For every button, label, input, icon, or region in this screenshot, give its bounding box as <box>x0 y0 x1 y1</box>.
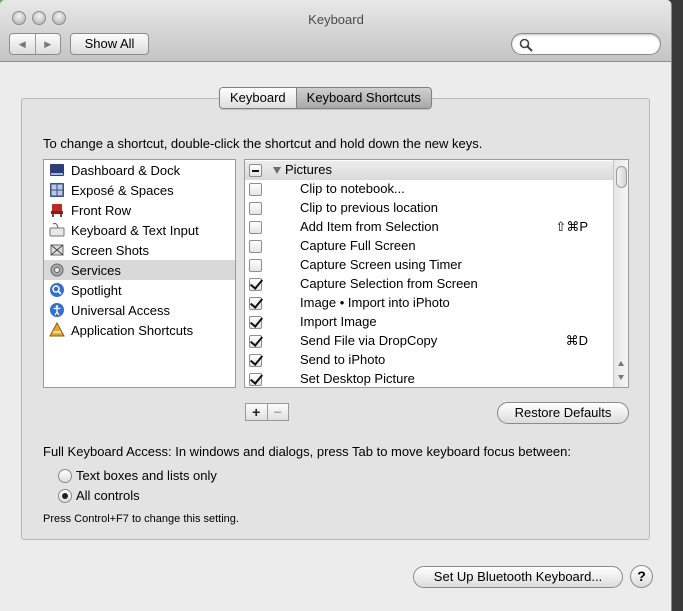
shortcut-row[interactable]: Clip to notebook... <box>245 180 614 199</box>
category-dashboard-dock[interactable]: Dashboard & Dock <box>44 160 235 180</box>
radio-all-controls[interactable] <box>58 489 72 503</box>
search-field[interactable] <box>511 33 661 55</box>
shortcut-checkbox[interactable] <box>249 335 262 348</box>
shortcut-row[interactable]: Capture Selection from Screen <box>245 275 614 294</box>
add-shortcut-button[interactable]: + <box>246 404 268 420</box>
keyboard-text-icon <box>49 223 65 237</box>
shortcut-row[interactable]: Import Image <box>245 313 614 332</box>
screen-shots-icon <box>50 244 64 256</box>
shortcut-checkbox[interactable] <box>249 354 262 367</box>
shortcut-checkbox[interactable] <box>249 297 262 310</box>
scroll-down-arrow-icon[interactable] <box>618 375 624 380</box>
shortcut-key[interactable]: ⌘D <box>566 333 588 349</box>
shortcut-category-list[interactable]: Dashboard & Dock Exposé & Spaces Front R… <box>43 159 236 388</box>
remove-shortcut-button[interactable]: − <box>268 404 289 420</box>
show-all-button[interactable]: Show All <box>70 33 149 55</box>
shortcut-checkbox[interactable] <box>249 373 262 386</box>
shortcut-row[interactable]: Add Item from Selection ⇧⌘P <box>245 218 614 237</box>
category-spotlight[interactable]: Spotlight <box>44 280 235 300</box>
spotlight-icon <box>50 283 64 297</box>
category-front-row[interactable]: Front Row <box>44 200 235 220</box>
category-expose-spaces[interactable]: Exposé & Spaces <box>44 180 235 200</box>
scroll-up-arrow-icon[interactable] <box>618 361 624 366</box>
shortcut-checkbox[interactable] <box>249 183 262 196</box>
add-remove-control: + − <box>245 403 289 421</box>
set-up-bluetooth-keyboard-button[interactable]: Set Up Bluetooth Keyboard... <box>413 566 623 588</box>
shortcut-row[interactable]: Send File via DropCopy ⌘D <box>245 332 614 351</box>
back-forward-control: ◀ ▶ <box>9 33 61 55</box>
category-application-shortcuts[interactable]: Application Shortcuts <box>44 320 235 340</box>
full-keyboard-access-label: Full Keyboard Access: In windows and dia… <box>43 444 571 459</box>
shortcut-checkbox[interactable] <box>249 316 262 329</box>
universal-access-icon <box>50 303 64 317</box>
tab-bar: Keyboard Keyboard Shortcuts <box>219 87 432 109</box>
shortcut-checkbox[interactable] <box>249 202 262 215</box>
forward-button[interactable]: ▶ <box>36 34 61 54</box>
shortcut-checkbox[interactable] <box>249 240 262 253</box>
group-checkbox[interactable] <box>249 164 262 177</box>
search-icon <box>519 38 533 52</box>
tab-keyboard[interactable]: Keyboard <box>220 88 296 108</box>
title-bar: Keyboard ◀ ▶ Show All <box>0 0 671 62</box>
shortcut-row[interactable]: Capture Full Screen <box>245 237 614 256</box>
expose-spaces-icon <box>50 183 64 197</box>
window-title: Keyboard <box>308 12 364 27</box>
shortcut-row[interactable]: Send to iPhoto <box>245 351 614 370</box>
shortcut-checkbox[interactable] <box>249 259 262 272</box>
category-keyboard-text-input[interactable]: Keyboard & Text Input <box>44 220 235 240</box>
tab-keyboard-shortcuts[interactable]: Keyboard Shortcuts <box>295 88 431 108</box>
shortcut-checkbox[interactable] <box>249 221 262 234</box>
app-shortcuts-icon <box>49 322 65 337</box>
shortcut-group-pictures[interactable]: Pictures <box>245 161 614 180</box>
radio-label-all-controls[interactable]: All controls <box>76 488 140 503</box>
shortcut-row[interactable]: Capture Screen using Timer <box>245 256 614 275</box>
back-arrow-icon: ◀ <box>18 38 26 49</box>
radio-label-text-boxes[interactable]: Text boxes and lists only <box>76 468 217 483</box>
dashboard-dock-icon <box>50 164 64 176</box>
shortcut-row[interactable]: Clip to previous location <box>245 199 614 218</box>
radio-text-boxes-lists[interactable] <box>58 469 72 483</box>
category-screen-shots[interactable]: Screen Shots <box>44 240 235 260</box>
restore-defaults-button[interactable]: Restore Defaults <box>497 402 629 424</box>
vertical-scrollbar[interactable] <box>613 160 628 387</box>
forward-arrow-icon: ▶ <box>44 38 52 49</box>
control-f7-note: Press Control+F7 to change this setting. <box>43 513 239 525</box>
shortcut-row[interactable]: Image • Import into iPhoto <box>245 294 614 313</box>
services-gear-icon <box>50 263 64 277</box>
scrollbar-thumb[interactable] <box>616 166 627 188</box>
shortcut-key[interactable]: ⇧⌘P <box>555 219 588 235</box>
search-input[interactable] <box>536 36 654 52</box>
category-services[interactable]: Services <box>44 260 235 280</box>
shortcut-list[interactable]: Pictures Clip to notebook... Clip to pre… <box>244 159 629 388</box>
shortcut-row[interactable]: Set Desktop Picture <box>245 370 614 387</box>
instructions-text: To change a shortcut, double-click the s… <box>43 136 483 151</box>
shortcut-checkbox[interactable] <box>249 278 262 291</box>
back-button[interactable]: ◀ <box>10 34 36 54</box>
help-button[interactable]: ? <box>630 565 653 588</box>
category-universal-access[interactable]: Universal Access <box>44 300 235 320</box>
front-row-icon <box>51 204 63 217</box>
keyboard-preferences-window: Keyboard ◀ ▶ Show All Keyboard Keyboard … <box>0 0 672 611</box>
disclosure-triangle-icon[interactable] <box>273 167 281 174</box>
